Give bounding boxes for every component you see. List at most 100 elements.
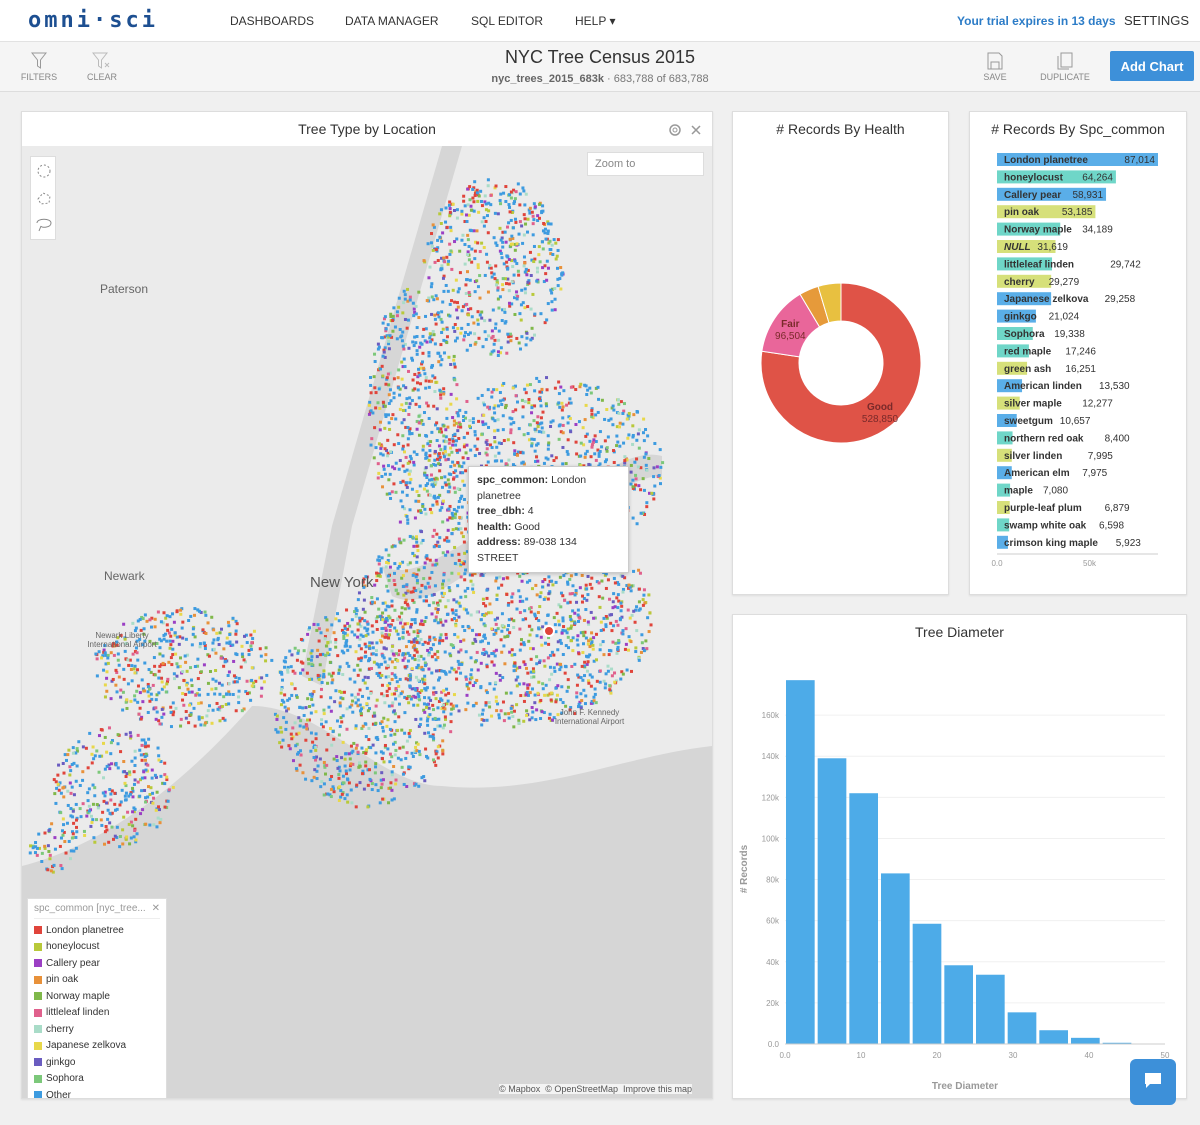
tree-point (143, 788, 147, 792)
tree-point (536, 459, 540, 463)
tree-point (537, 216, 541, 220)
trial-notice[interactable]: Your trial expires in 13 days (957, 14, 1116, 28)
tree-point (468, 681, 472, 685)
legend-item[interactable]: cherry (34, 1021, 160, 1038)
tree-point (540, 240, 544, 244)
tree-point (521, 301, 525, 305)
zoom-to-input[interactable]: Zoom to (587, 152, 704, 176)
legend-item[interactable]: London planetree (34, 922, 160, 939)
save-button[interactable]: SAVE (970, 52, 1020, 82)
close-icon[interactable] (690, 124, 702, 136)
tree-point (123, 649, 127, 653)
table-name[interactable]: nyc_trees_2015_683k (491, 73, 604, 85)
nav-data-manager[interactable]: DATA MANAGER (345, 14, 439, 28)
tree-point (284, 720, 288, 724)
tree-point (442, 710, 446, 714)
diameter-histogram[interactable]: 0.020k40k60k80k100k120k140k160k0.0 10 20 30… (733, 649, 1188, 1099)
omnisci-logo[interactable]: omni·sci (28, 8, 158, 33)
tree-point (598, 669, 602, 673)
add-chart-button[interactable]: Add Chart (1110, 51, 1194, 81)
tree-point (623, 647, 627, 651)
tree-point (168, 615, 172, 619)
tree-point (314, 732, 318, 736)
tree-point (535, 662, 539, 666)
legend-close-icon[interactable]: ✕ (152, 903, 160, 914)
legend-item[interactable]: Sophora (34, 1071, 160, 1088)
tree-point (453, 512, 457, 516)
tree-point (404, 756, 408, 760)
tree-point (473, 257, 477, 261)
species-label: pin oak (1004, 207, 1039, 218)
tree-point (415, 560, 419, 564)
dashboard-title[interactable]: NYC Tree Census 2015 (0, 47, 1200, 68)
map-title[interactable]: Tree Type by Location (22, 121, 712, 137)
nav-help[interactable]: HELP ▾ (575, 14, 616, 28)
tree-point (143, 741, 147, 745)
legend-item[interactable]: pin oak (34, 972, 160, 989)
tree-point (457, 287, 461, 291)
tree-point (409, 477, 413, 481)
tree-point (398, 327, 402, 331)
selected-point (543, 625, 555, 637)
tree-point (413, 335, 417, 339)
tree-point (588, 645, 592, 649)
gear-icon[interactable] (667, 122, 683, 138)
tree-point (470, 247, 474, 251)
tree-point (388, 727, 392, 731)
tree-point (513, 661, 517, 665)
diameter-title[interactable]: Tree Diameter (733, 624, 1186, 640)
tree-point (583, 455, 587, 459)
tree-point (627, 635, 631, 639)
tree-point (420, 583, 424, 587)
tree-point (347, 752, 351, 756)
tree-point (430, 379, 434, 383)
tree-point (307, 662, 311, 666)
legend-item[interactable]: ginkgo (34, 1054, 160, 1071)
legend-item[interactable]: Japanese zelkova (34, 1038, 160, 1055)
species-title[interactable]: # Records By Spc_common (970, 121, 1186, 137)
improve-map-link[interactable]: Improve this map (623, 1084, 692, 1094)
tree-point (537, 245, 541, 249)
tree-point (355, 783, 359, 787)
species-bar-chart[interactable]: London planetree 87,014honeylocust 64,264C… (970, 146, 1188, 586)
tree-point (452, 486, 456, 490)
legend-item[interactable]: Norway maple (34, 988, 160, 1005)
tree-point (526, 671, 530, 675)
tree-point (634, 477, 638, 481)
tree-point (568, 592, 572, 596)
nav-dashboards[interactable]: DASHBOARDS (230, 14, 314, 28)
tree-point (412, 463, 416, 467)
tree-point (204, 613, 208, 617)
tree-point (408, 295, 412, 299)
map-canvas[interactable]: Paterson Newark New York Newark Liberty … (22, 146, 712, 1098)
tree-point (59, 791, 63, 795)
nav-settings[interactable]: SETTINGS (1124, 13, 1189, 28)
tree-point (348, 645, 352, 649)
tree-point (387, 347, 391, 351)
legend-item[interactable]: littleleaf linden (34, 1005, 160, 1022)
tree-point (377, 555, 381, 559)
legend-item[interactable]: honeylocust (34, 939, 160, 956)
legend-item[interactable]: Other (34, 1087, 160, 1098)
tree-point (357, 644, 361, 648)
legend-item[interactable]: Callery pear (34, 955, 160, 972)
nav-sql-editor[interactable]: SQL EDITOR (471, 14, 543, 28)
tree-point (627, 583, 631, 587)
health-title[interactable]: # Records By Health (733, 121, 948, 137)
tree-point (211, 708, 215, 712)
tree-point (259, 694, 263, 698)
tree-point (554, 241, 558, 245)
tree-point (346, 800, 350, 804)
tree-point (319, 695, 323, 699)
tree-point (529, 646, 533, 650)
health-donut-chart[interactable]: Good528,850Fair96,504 (733, 146, 950, 586)
tree-point (390, 644, 394, 648)
osm-link[interactable]: © OpenStreetMap (545, 1084, 618, 1094)
tree-point (380, 683, 384, 687)
tree-point (171, 713, 175, 717)
tree-point (618, 421, 622, 425)
tree-point (535, 593, 539, 597)
mapbox-link[interactable]: © Mapbox (499, 1084, 540, 1094)
duplicate-button[interactable]: DUPLICATE (1040, 52, 1090, 82)
tree-point (332, 737, 336, 741)
